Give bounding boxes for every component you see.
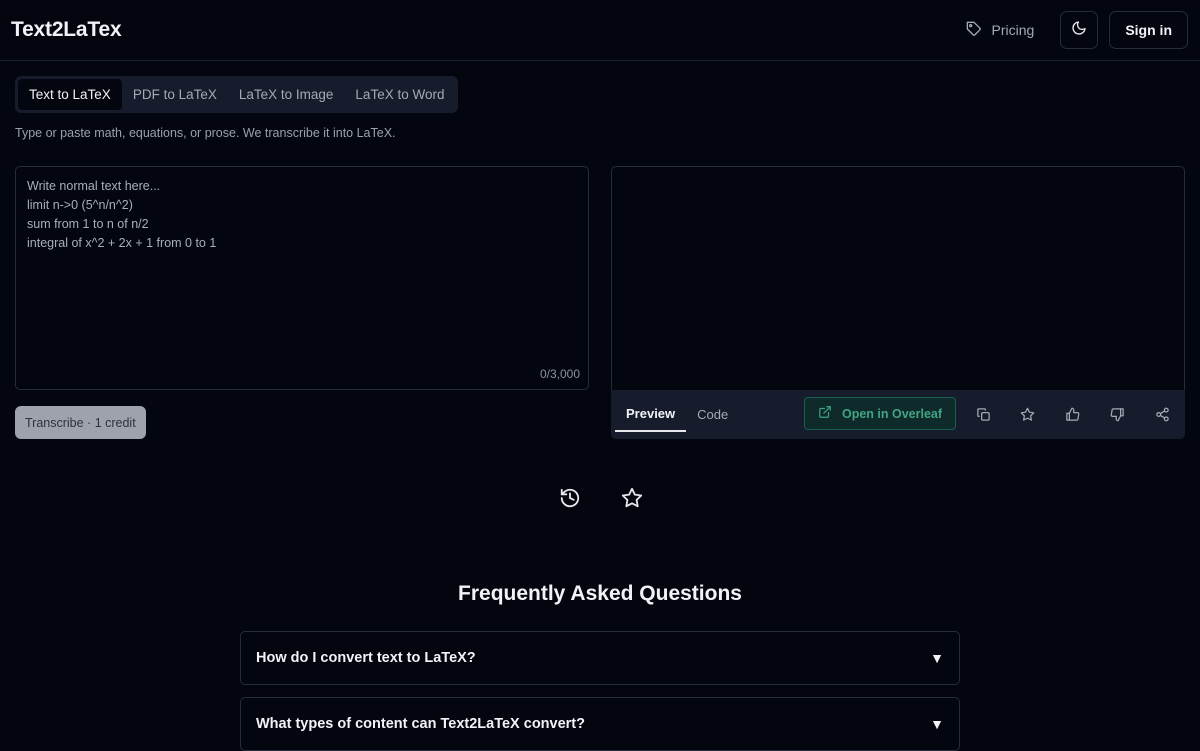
input-placeholder: Write normal text here... limit n->0 (5^… (27, 179, 217, 250)
tab-code[interactable]: Code (686, 397, 739, 432)
sign-in-button[interactable]: Sign in (1109, 11, 1188, 49)
tab-preview[interactable]: Preview (615, 397, 687, 432)
output-toolbar: Preview Code Open in Overleaf (611, 390, 1185, 439)
character-counter: 0/3,000 (539, 367, 580, 381)
thumbs-up-icon[interactable] (1064, 406, 1080, 422)
history-icon[interactable] (558, 486, 582, 510)
latex-output-panel (611, 166, 1185, 390)
faq-question: How do I convert text to LaTeX? (256, 650, 476, 666)
tab-latex-to-word[interactable]: LaTeX to Word (344, 79, 455, 110)
faq-item[interactable]: How do I convert text to LaTeX? ▼ (240, 631, 960, 685)
converter-tabs: Text to LaTeX PDF to LaTeX LaTeX to Imag… (15, 76, 459, 113)
chevron-down-icon: ▼ (930, 650, 944, 666)
header-actions: Pricing Sign in (966, 11, 1188, 49)
tab-text-to-latex[interactable]: Text to LaTeX (18, 79, 122, 110)
faq-title: Frequently Asked Questions (458, 582, 742, 605)
overleaf-label: Open in Overleaf (841, 406, 943, 421)
pricing-label: Pricing (991, 22, 1035, 38)
theme-toggle-button[interactable] (1060, 11, 1099, 49)
transcribe-button[interactable]: Transcribe · 1 credit (15, 406, 146, 439)
faq-question: What types of content can Text2LaTeX con… (256, 716, 585, 732)
history-favorites-bar (558, 486, 644, 510)
app-logo[interactable]: Text2LaTex (11, 18, 122, 42)
share-icon[interactable] (1154, 406, 1170, 422)
star-icon[interactable] (1019, 406, 1035, 422)
tab-latex-to-image[interactable]: LaTeX to Image (228, 79, 345, 110)
thumbs-down-icon[interactable] (1109, 406, 1125, 422)
tab-pdf-to-latex[interactable]: PDF to LaTeX (122, 79, 228, 110)
top-header: Text2LaTex Pricing Sign in (0, 0, 1200, 61)
star-icon[interactable] (620, 486, 644, 510)
faq-item[interactable]: What types of content can Text2LaTeX con… (240, 697, 960, 751)
copy-icon[interactable] (975, 406, 991, 422)
pricing-link[interactable]: Pricing (966, 21, 1035, 40)
chevron-down-icon: ▼ (930, 716, 944, 732)
text-input-area[interactable]: Write normal text here... limit n->0 (5^… (15, 166, 589, 390)
external-link-icon (818, 405, 832, 422)
page-subtitle: Type or paste math, equations, or prose.… (15, 126, 396, 140)
tag-icon (966, 21, 982, 40)
moon-icon (1071, 20, 1087, 41)
open-in-overleaf-button[interactable]: Open in Overleaf (804, 397, 956, 430)
